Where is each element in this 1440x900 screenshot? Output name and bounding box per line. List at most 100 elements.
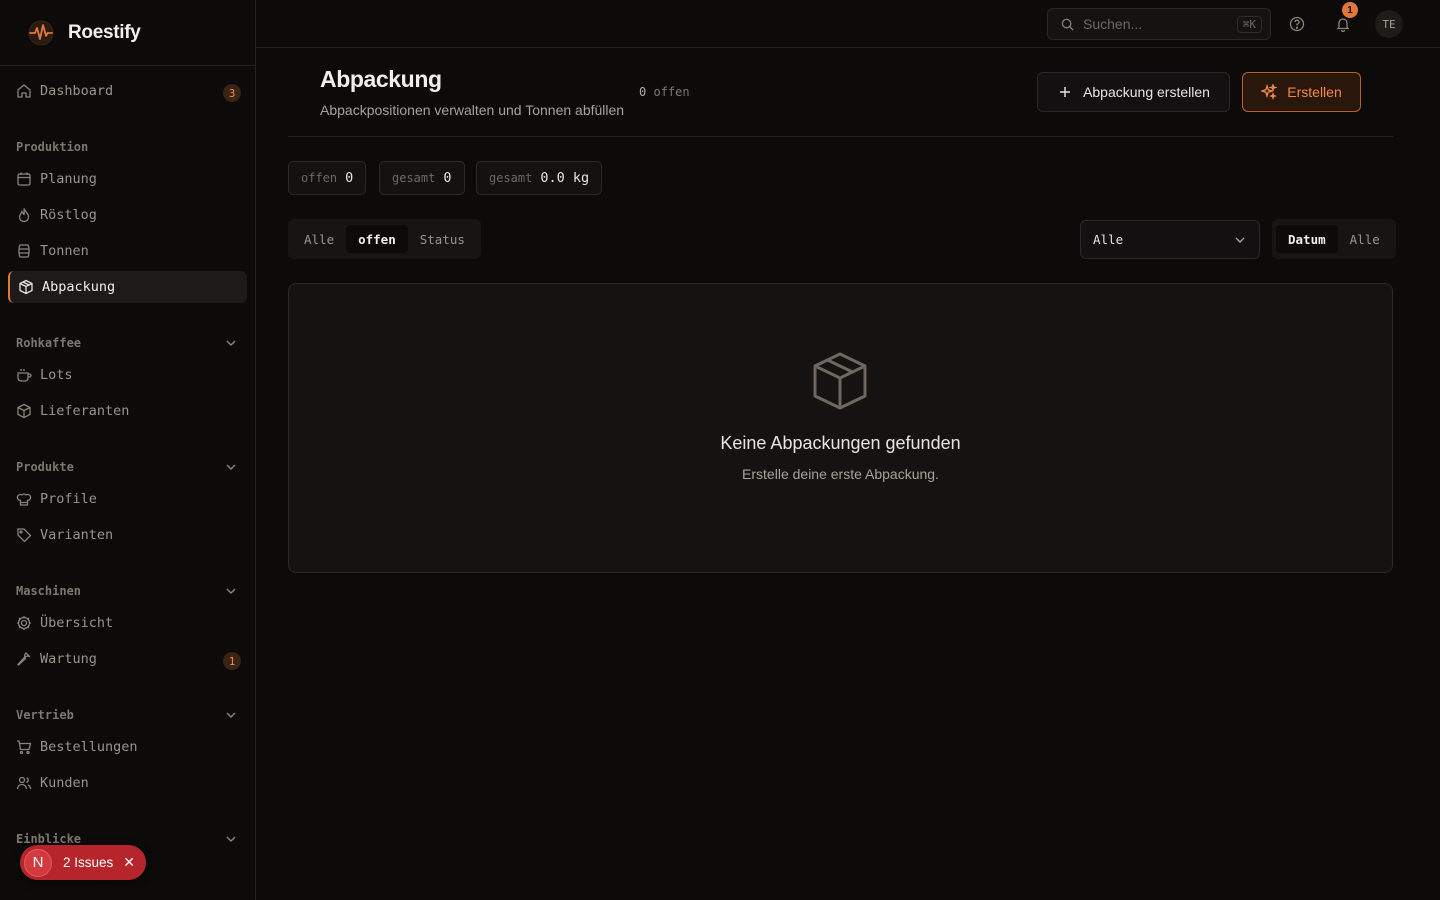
shopping-cart-icon bbox=[17, 740, 32, 755]
sidebar-item-varianten[interactable]: Varianten bbox=[8, 519, 247, 551]
group-label-text: Vertrieb bbox=[16, 708, 74, 722]
chef-hat-icon bbox=[16, 493, 32, 506]
issues-label: 2 Issues bbox=[63, 855, 114, 870]
sparkles-icon bbox=[1261, 84, 1278, 100]
sidebar-item-bestellungen[interactable]: Bestellungen bbox=[8, 731, 247, 763]
tab-sort-alle[interactable]: Alle bbox=[1338, 225, 1392, 253]
stat-label: gesamt bbox=[489, 171, 533, 185]
open-count-label: offen bbox=[653, 85, 690, 99]
roestify-logo-icon bbox=[28, 20, 54, 45]
filter-select[interactable]: Alle bbox=[1080, 220, 1260, 259]
home-icon bbox=[17, 84, 31, 98]
bell-icon bbox=[1336, 18, 1350, 32]
stat-value: 0 bbox=[443, 170, 452, 186]
chevron-down-icon bbox=[226, 464, 236, 470]
search-shortcut: ⌘K bbox=[1236, 16, 1262, 33]
stat-value: 0.0 kg bbox=[540, 170, 590, 186]
group-label-text: Einblicke bbox=[16, 832, 82, 846]
sidebar-item-label: Lieferanten bbox=[40, 403, 130, 419]
sidebar-item-label: Kunden bbox=[40, 775, 89, 791]
open-count-value: 0 bbox=[639, 85, 647, 99]
sidebar: Roestify Dashboard 3 Produktion Planung … bbox=[0, 0, 256, 900]
search-input[interactable] bbox=[1083, 16, 1223, 32]
filter-select-value: Alle bbox=[1093, 232, 1124, 247]
open-count: 0 offen bbox=[639, 85, 690, 99]
barrel-icon bbox=[18, 244, 30, 258]
sidebar-item-label: Übersicht bbox=[40, 615, 114, 631]
wrench-icon bbox=[17, 652, 31, 666]
sidebar-item-label: Varianten bbox=[40, 527, 114, 543]
sidebar-item-dashboard[interactable]: Dashboard 3 bbox=[8, 75, 247, 107]
sidebar-item-tonnen[interactable]: Tonnen bbox=[8, 235, 247, 267]
wartung-badge: 1 bbox=[223, 652, 241, 670]
empty-state: Keine Abpackungen gefunden Erstelle dein… bbox=[288, 283, 1393, 573]
flame-icon bbox=[18, 208, 30, 223]
create-button[interactable]: Erstellen bbox=[1242, 72, 1361, 112]
coffee-cup-icon bbox=[17, 369, 32, 382]
sidebar-item-profile[interactable]: Profile bbox=[8, 483, 247, 515]
stat-total-weight: gesamt 0.0 kg bbox=[476, 161, 603, 195]
avatar[interactable]: TE bbox=[1375, 10, 1403, 38]
chevron-down-icon bbox=[226, 836, 236, 842]
notifications-button[interactable]: 1 bbox=[1331, 2, 1358, 36]
tab-alle[interactable]: Alle bbox=[292, 225, 346, 253]
create-packaging-label: Abpackung erstellen bbox=[1083, 84, 1210, 100]
sidebar-item-lots[interactable]: Lots bbox=[8, 359, 247, 391]
stat-label: offen bbox=[301, 171, 338, 185]
tab-datum[interactable]: Datum bbox=[1276, 225, 1338, 253]
brand-name: Roestify bbox=[68, 21, 141, 43]
users-icon bbox=[16, 776, 32, 790]
sidebar-item-label: Röstlog bbox=[40, 207, 97, 223]
plus-icon bbox=[1060, 87, 1071, 97]
stat-total: gesamt 0 bbox=[379, 161, 465, 195]
search-box[interactable]: ⌘K bbox=[1047, 8, 1271, 40]
group-label-rohkaffee[interactable]: Rohkaffee bbox=[16, 333, 240, 353]
group-label-text: Produkte bbox=[16, 460, 74, 474]
close-icon[interactable]: ✕ bbox=[123, 854, 135, 871]
sidebar-item-abpackung[interactable]: Abpackung bbox=[8, 271, 247, 303]
tab-offen[interactable]: offen bbox=[346, 225, 408, 253]
box-icon bbox=[17, 403, 31, 419]
calendar-icon bbox=[17, 172, 31, 186]
brand[interactable]: Roestify bbox=[0, 0, 255, 66]
create-label: Erstellen bbox=[1287, 84, 1342, 100]
group-label-maschinen[interactable]: Maschinen bbox=[16, 581, 240, 601]
sidebar-item-label: Dashboard bbox=[40, 83, 114, 99]
search-icon bbox=[1061, 18, 1074, 31]
filter-tabs: Alle offen Status bbox=[288, 219, 481, 259]
sidebar-item-label: Bestellungen bbox=[40, 739, 138, 755]
stat-label: gesamt bbox=[392, 171, 436, 185]
topbar: ⌘K 1 TE bbox=[256, 0, 1440, 48]
sidebar-item-label: Lots bbox=[40, 367, 73, 383]
empty-state-title: Keine Abpackungen gefunden bbox=[720, 433, 961, 453]
group-label-produktion: Produktion bbox=[16, 137, 240, 157]
sidebar-item-wartung[interactable]: Wartung 1 bbox=[8, 643, 247, 675]
stat-open: offen 0 bbox=[288, 161, 367, 195]
group-label-vertrieb[interactable]: Vertrieb bbox=[16, 705, 240, 725]
sidebar-item-label: Abpackung bbox=[42, 279, 116, 295]
sidebar-item-lieferanten[interactable]: Lieferanten bbox=[8, 395, 247, 427]
stat-value: 0 bbox=[345, 170, 354, 186]
tab-status[interactable]: Status bbox=[408, 225, 477, 253]
help-button[interactable] bbox=[1285, 12, 1309, 36]
sidebar-item-uebersicht[interactable]: Übersicht bbox=[8, 607, 247, 639]
sidebar-item-roestlog[interactable]: Röstlog bbox=[8, 199, 247, 231]
sidebar-item-label: Wartung bbox=[40, 651, 97, 667]
package-icon bbox=[19, 279, 33, 295]
chevron-down-icon bbox=[1235, 237, 1245, 243]
sidebar-item-label: Tonnen bbox=[40, 243, 89, 259]
chevron-down-icon bbox=[226, 340, 236, 346]
group-label-produkte[interactable]: Produkte bbox=[16, 457, 240, 477]
tag-icon bbox=[17, 528, 32, 543]
notification-count-badge: 1 bbox=[1342, 2, 1358, 18]
chevron-down-icon bbox=[226, 712, 236, 718]
create-packaging-button[interactable]: Abpackung erstellen bbox=[1037, 72, 1230, 112]
cog-icon bbox=[17, 616, 31, 630]
sidebar-item-kunden[interactable]: Kunden bbox=[8, 767, 247, 799]
issues-logo: N bbox=[24, 848, 52, 877]
issues-indicator[interactable]: N 2 Issues ✕ bbox=[20, 845, 146, 880]
help-circle-icon bbox=[1289, 16, 1305, 32]
group-label-text: Maschinen bbox=[16, 584, 82, 598]
sidebar-item-planung[interactable]: Planung bbox=[8, 163, 247, 195]
page-title: Abpackung bbox=[320, 66, 442, 92]
